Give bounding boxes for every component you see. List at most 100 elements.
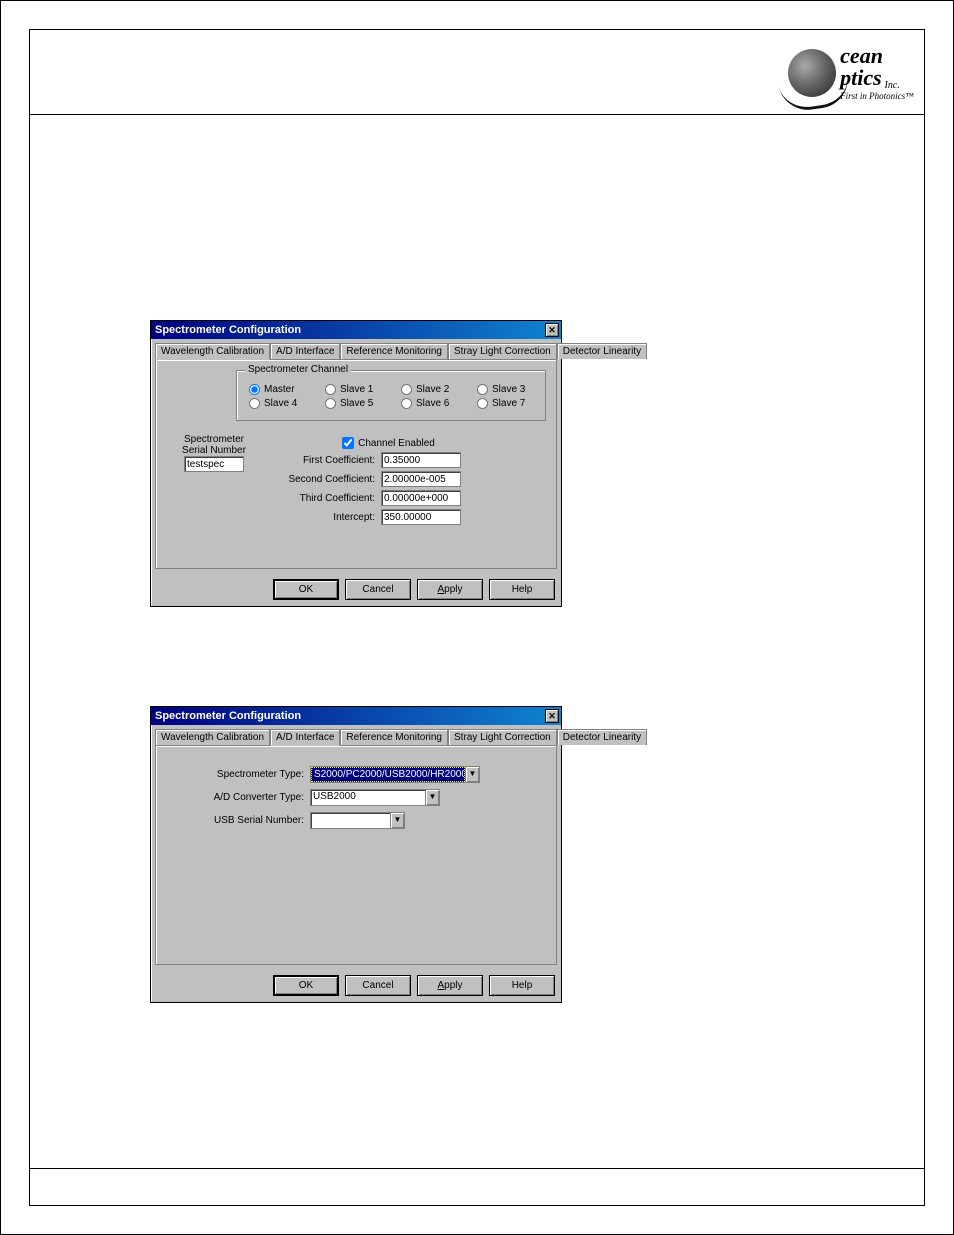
radio-slave2-label: Slave 2 — [416, 384, 449, 395]
channel-enabled-input[interactable] — [342, 437, 354, 449]
cancel-button[interactable]: Cancel — [345, 579, 411, 600]
serial-block: SpectrometerSerial Number — [169, 434, 259, 472]
radio-slave6-input[interactable] — [401, 398, 412, 409]
second-coef-input[interactable] — [381, 471, 461, 487]
tab-wavelength-calibration[interactable]: Wavelength Calibration — [155, 729, 270, 745]
radio-slave4-input[interactable] — [249, 398, 260, 409]
tab-stray-light-correction[interactable]: Stray Light Correction — [448, 729, 557, 745]
radio-slave3-label: Slave 3 — [492, 384, 525, 395]
channel-row-2: Slave 4 Slave 5 Slave 6 Slave 7 — [249, 398, 533, 409]
channel-enabled-label: Channel Enabled — [358, 438, 435, 449]
radio-slave4-label: Slave 4 — [264, 398, 297, 409]
radio-slave6[interactable]: Slave 6 — [401, 398, 457, 409]
usb-serial-number-value — [311, 813, 390, 828]
third-coef-input[interactable] — [381, 490, 461, 506]
tab-ad-interface[interactable]: A/D Interface — [270, 729, 340, 746]
second-coef-label: Second Coefficient: — [288, 474, 375, 485]
chevron-down-icon[interactable]: ▼ — [390, 813, 404, 828]
spectrometer-type-row: Spectrometer Type: S2000/PC2000/USB2000/… — [166, 766, 546, 783]
help-button[interactable]: Help — [489, 579, 555, 600]
help-button[interactable]: Help — [489, 975, 555, 996]
radio-slave1[interactable]: Slave 1 — [325, 384, 381, 395]
serial-number-input[interactable] — [184, 456, 244, 472]
radio-slave7[interactable]: Slave 7 — [477, 398, 533, 409]
apply-button[interactable]: Apply — [417, 579, 483, 600]
titlebar[interactable]: Spectrometer Configuration ✕ — [151, 321, 561, 339]
close-icon: ✕ — [548, 711, 556, 721]
spectrometer-channel-group: Spectrometer Channel Master Slave 1 Slav… — [236, 370, 546, 421]
form-layout: SpectrometerSerial Number Channel Enable… — [166, 431, 546, 531]
third-coef-label: Third Coefficient: — [300, 493, 375, 504]
group-legend: Spectrometer Channel — [245, 364, 351, 375]
tab-stray-light-correction[interactable]: Stray Light Correction — [448, 343, 557, 359]
spectrometer-type-dropdown[interactable]: S2000/PC2000/USB2000/HR2000 ▼ — [310, 766, 480, 783]
intercept-label: Intercept: — [333, 512, 375, 523]
channel-enabled-checkbox[interactable]: Channel Enabled — [342, 437, 435, 449]
first-coef-label: First Coefficient: — [303, 455, 375, 466]
ok-button[interactable]: OK — [273, 579, 339, 600]
tabstrip: Wavelength Calibration A/D Interface Ref… — [155, 343, 557, 359]
spectrometer-config-dialog-1: Spectrometer Configuration ✕ Wavelength … — [150, 320, 562, 607]
ad-converter-type-dropdown[interactable]: USB2000 ▼ — [310, 789, 440, 806]
logo-inc: Inc. — [884, 81, 899, 92]
ad-converter-type-label: A/D Converter Type: — [166, 792, 304, 803]
radio-master-input[interactable] — [249, 384, 260, 395]
radio-slave1-label: Slave 1 — [340, 384, 373, 395]
first-coef-input[interactable] — [381, 452, 461, 468]
logo-text: cean ptics Inc. First in Photonics™ — [840, 45, 914, 100]
radio-slave1-input[interactable] — [325, 384, 336, 395]
radio-master[interactable]: Master — [249, 384, 305, 395]
tab-reference-monitoring[interactable]: Reference Monitoring — [340, 343, 448, 359]
globe-icon — [788, 49, 836, 97]
ad-converter-type-row: A/D Converter Type: USB2000 ▼ — [166, 789, 546, 806]
usb-serial-number-row: USB Serial Number: ▼ — [166, 812, 546, 829]
footer-rule — [30, 1168, 924, 1169]
chevron-down-icon[interactable]: ▼ — [425, 790, 439, 805]
tab-detector-linearity[interactable]: Detector Linearity — [557, 729, 647, 745]
spectrometer-type-value: S2000/PC2000/USB2000/HR2000 — [311, 767, 465, 782]
cancel-button[interactable]: Cancel — [345, 975, 411, 996]
swoosh-icon — [778, 74, 851, 113]
ok-button[interactable]: OK — [273, 975, 339, 996]
ad-converter-type-value: USB2000 — [311, 790, 425, 805]
chevron-down-icon[interactable]: ▼ — [465, 767, 479, 782]
button-row: OK Cancel Apply Help — [151, 969, 561, 1002]
tab-reference-monitoring[interactable]: Reference Monitoring — [340, 729, 448, 745]
radio-slave7-input[interactable] — [477, 398, 488, 409]
titlebar[interactable]: Spectrometer Configuration ✕ — [151, 707, 561, 725]
radio-master-label: Master — [264, 384, 295, 395]
dialog-title: Spectrometer Configuration — [155, 710, 301, 722]
radio-slave5-label: Slave 5 — [340, 398, 373, 409]
radio-slave5[interactable]: Slave 5 — [325, 398, 381, 409]
company-logo: cean ptics Inc. First in Photonics™ — [704, 38, 914, 108]
header-rule — [30, 114, 924, 115]
tabstrip: Wavelength Calibration A/D Interface Ref… — [155, 729, 557, 745]
close-button[interactable]: ✕ — [545, 709, 559, 723]
radio-slave4[interactable]: Slave 4 — [249, 398, 305, 409]
intercept-input[interactable] — [381, 509, 461, 525]
tab-detector-linearity[interactable]: Detector Linearity — [557, 343, 647, 359]
radio-slave2[interactable]: Slave 2 — [401, 384, 457, 395]
serial-label: SpectrometerSerial Number — [169, 434, 259, 456]
tab-ad-interface[interactable]: A/D Interface — [270, 343, 340, 359]
radio-slave3-input[interactable] — [477, 384, 488, 395]
close-icon: ✕ — [548, 325, 556, 335]
radio-slave6-label: Slave 6 — [416, 398, 449, 409]
radio-slave5-input[interactable] — [325, 398, 336, 409]
channel-row-1: Master Slave 1 Slave 2 Slave 3 — [249, 384, 533, 395]
usb-serial-number-label: USB Serial Number: — [166, 815, 304, 826]
tab-body: Spectrometer Channel Master Slave 1 Slav… — [155, 359, 557, 569]
button-row: OK Cancel Apply Help — [151, 573, 561, 606]
radio-slave2-input[interactable] — [401, 384, 412, 395]
tab-wavelength-calibration[interactable]: Wavelength Calibration — [155, 343, 270, 360]
apply-button[interactable]: Apply — [417, 975, 483, 996]
usb-serial-number-dropdown[interactable]: ▼ — [310, 812, 405, 829]
radio-slave3[interactable]: Slave 3 — [477, 384, 533, 395]
spectrometer-config-dialog-2: Spectrometer Configuration ✕ Wavelength … — [150, 706, 562, 1003]
logo-tagline: First in Photonics™ — [840, 92, 914, 101]
radio-slave7-label: Slave 7 — [492, 398, 525, 409]
dialog-title: Spectrometer Configuration — [155, 324, 301, 336]
spectrometer-type-label: Spectrometer Type: — [166, 769, 304, 780]
page-inner: cean ptics Inc. First in Photonics™ Spec… — [29, 29, 925, 1206]
close-button[interactable]: ✕ — [545, 323, 559, 337]
